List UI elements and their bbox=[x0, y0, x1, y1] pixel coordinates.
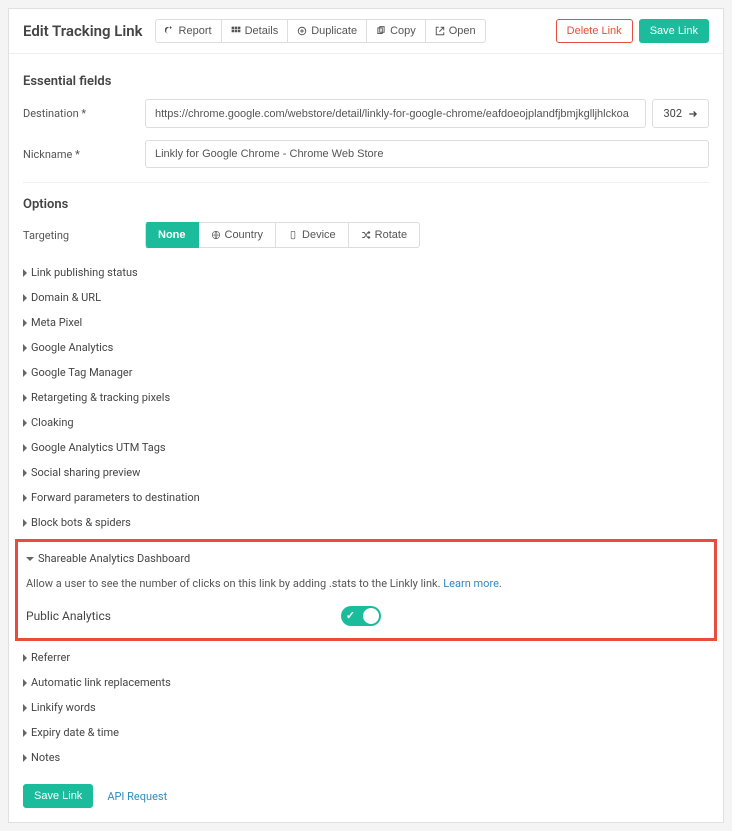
collapse-retargeting[interactable]: Retargeting & tracking pixels bbox=[23, 385, 709, 410]
caret-right-icon bbox=[23, 679, 27, 687]
collapse-expiry[interactable]: Expiry date & time bbox=[23, 720, 709, 745]
collapse-meta-pixel[interactable]: Meta Pixel bbox=[23, 310, 709, 335]
collapse-social[interactable]: Social sharing preview bbox=[23, 460, 709, 485]
check-icon: ✓ bbox=[346, 609, 355, 622]
collapse-bots[interactable]: Block bots & spiders bbox=[23, 510, 709, 535]
caret-right-icon bbox=[23, 654, 27, 662]
caret-right-icon bbox=[23, 704, 27, 712]
api-request-link[interactable]: API Request bbox=[107, 790, 167, 803]
delete-link-button[interactable]: Delete Link bbox=[556, 19, 633, 43]
plus-circle-icon bbox=[297, 26, 307, 36]
globe-icon bbox=[211, 230, 221, 240]
caret-right-icon bbox=[23, 369, 27, 377]
caret-right-icon bbox=[23, 519, 27, 527]
grid-icon bbox=[231, 26, 241, 36]
collapse-link-publishing[interactable]: Link publishing status bbox=[23, 260, 709, 285]
save-link-button-footer[interactable]: Save Link bbox=[23, 784, 93, 808]
collapse-referrer[interactable]: Referrer bbox=[23, 645, 709, 670]
tab-rotate[interactable]: Rotate bbox=[349, 222, 420, 248]
tab-country[interactable]: Country bbox=[199, 222, 277, 248]
shuffle-icon bbox=[361, 230, 371, 240]
collapse-utm[interactable]: Google Analytics UTM Tags bbox=[23, 435, 709, 460]
collapse-notes[interactable]: Notes bbox=[23, 745, 709, 770]
public-analytics-toggle[interactable]: ✓ bbox=[341, 606, 381, 626]
device-icon bbox=[288, 230, 298, 240]
targeting-tabs: None Country Device Rotate bbox=[145, 222, 420, 248]
nickname-label: Nickname * bbox=[23, 148, 145, 161]
page-title: Edit Tracking Link bbox=[23, 22, 143, 40]
collapse-shareable[interactable]: Shareable Analytics Dashboard bbox=[26, 546, 706, 571]
essential-fields-heading: Essential fields bbox=[23, 74, 709, 89]
caret-right-icon bbox=[23, 444, 27, 452]
collapse-domain-url[interactable]: Domain & URL bbox=[23, 285, 709, 310]
gauge-icon bbox=[165, 26, 175, 36]
collapse-cloaking[interactable]: Cloaking bbox=[23, 410, 709, 435]
details-button[interactable]: Details bbox=[222, 19, 289, 43]
learn-more-link[interactable]: Learn more bbox=[443, 577, 499, 590]
collapse-forward[interactable]: Forward parameters to destination bbox=[23, 485, 709, 510]
redirect-code-button[interactable]: 302 bbox=[652, 99, 709, 128]
collapse-gtm[interactable]: Google Tag Manager bbox=[23, 360, 709, 385]
header-actions: Report Details Duplicate Copy Open bbox=[155, 19, 486, 43]
destination-label: Destination * bbox=[23, 107, 145, 120]
caret-right-icon bbox=[23, 294, 27, 302]
shareable-description: Allow a user to see the number of clicks… bbox=[26, 571, 706, 596]
report-button[interactable]: Report bbox=[155, 19, 222, 43]
caret-right-icon bbox=[23, 269, 27, 277]
copy-button[interactable]: Copy bbox=[367, 19, 426, 43]
caret-right-icon bbox=[23, 754, 27, 762]
copy-icon bbox=[376, 26, 386, 36]
caret-right-icon bbox=[23, 469, 27, 477]
caret-down-icon bbox=[26, 557, 34, 561]
public-analytics-label: Public Analytics bbox=[26, 609, 111, 623]
caret-right-icon bbox=[23, 394, 27, 402]
caret-right-icon bbox=[23, 419, 27, 427]
collapse-google-analytics[interactable]: Google Analytics bbox=[23, 335, 709, 360]
tab-none[interactable]: None bbox=[145, 222, 199, 248]
open-button[interactable]: Open bbox=[426, 19, 486, 43]
destination-input[interactable] bbox=[145, 99, 646, 128]
caret-right-icon bbox=[23, 729, 27, 737]
collapse-linkify[interactable]: Linkify words bbox=[23, 695, 709, 720]
tab-device[interactable]: Device bbox=[276, 222, 349, 248]
caret-right-icon bbox=[23, 344, 27, 352]
caret-right-icon bbox=[23, 319, 27, 327]
collapse-auto-replace[interactable]: Automatic link replacements bbox=[23, 670, 709, 695]
nickname-input[interactable] bbox=[145, 140, 709, 168]
external-link-icon bbox=[435, 26, 445, 36]
caret-right-icon bbox=[23, 494, 27, 502]
duplicate-button[interactable]: Duplicate bbox=[288, 19, 367, 43]
targeting-label: Targeting bbox=[23, 229, 145, 242]
options-heading: Options bbox=[23, 197, 709, 212]
save-link-button[interactable]: Save Link bbox=[639, 19, 709, 43]
arrow-right-icon bbox=[688, 109, 698, 119]
shareable-analytics-section: Shareable Analytics Dashboard Allow a us… bbox=[15, 539, 717, 641]
